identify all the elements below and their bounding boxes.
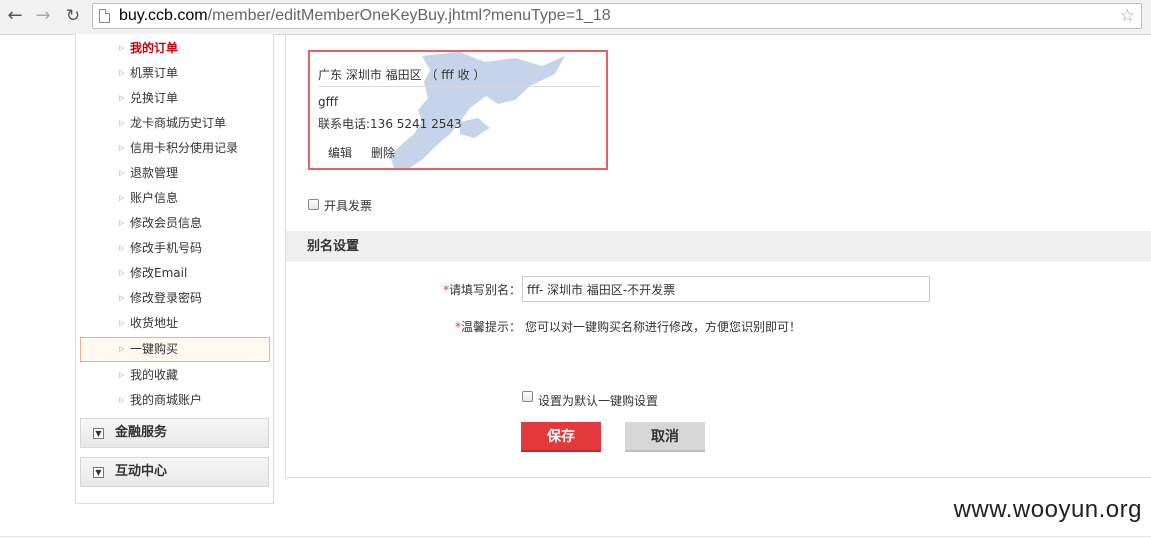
sidebar-item-edit-password[interactable]: ▷ 修改登录密码 xyxy=(80,286,270,311)
sidebar-item-label: 我的收藏 xyxy=(130,368,179,382)
sidebar-item-edit-email[interactable]: ▷ 修改Email xyxy=(80,261,270,286)
hint-text: 您可以对一键购买名称进行修改，方便您识别即可！ xyxy=(525,320,802,334)
sidebar-item-exchange-orders[interactable]: ▷ 兑换订单 xyxy=(80,86,270,111)
sidebar-item-edit-member-info[interactable]: ▷ 修改会员信息 xyxy=(80,211,270,236)
sidebar-item-label: 一键购买 xyxy=(130,342,179,356)
bookmark-star-icon[interactable]: ☆ xyxy=(1120,6,1135,26)
url-path: /member/editMemberOneKeyBuy.jhtml?menuTy… xyxy=(207,7,611,24)
default-setting-label: 设置为默认一键购设置 xyxy=(538,394,659,408)
hint-label: *温馨提示： xyxy=(455,318,521,335)
triangle-right-icon: ▷ xyxy=(119,119,125,127)
sidebar-item-one-key-buy[interactable]: ▷ 一键购买 xyxy=(80,337,270,362)
sidebar-item-shipping-address[interactable]: ▷ 收货地址 xyxy=(80,311,270,336)
member-sidebar: ▷ 我的订单 ▷ 机票订单 ▷ 兑换订单 ▷ 龙卡商城历史订单 ▷ 信用卡积分使用记录 ▷… xyxy=(75,34,274,504)
sidebar-item-label: 我的订单 xyxy=(130,41,179,55)
main-content: 广东 深圳市 福田区 （ fff 收 ） gfff 联系电话:136 5241 … xyxy=(285,34,1151,478)
sidebar-item-label: 修改手机号码 xyxy=(130,241,203,255)
sidebar-item-mall-account[interactable]: ▷ 我的商城账户 xyxy=(80,388,270,413)
triangle-right-icon: ▷ xyxy=(119,194,125,202)
section-label: 互动中心 xyxy=(115,464,168,479)
triangle-right-icon: ▷ xyxy=(119,345,125,353)
triangle-right-icon: ▷ xyxy=(119,44,125,52)
triangle-right-icon: ▷ xyxy=(119,396,125,404)
triangle-right-icon: ▷ xyxy=(119,294,125,302)
invoice-checkbox[interactable] xyxy=(308,199,319,210)
url-host: buy.ccb.com xyxy=(119,7,208,24)
address-bar[interactable]: buy.ccb.com/member/editMemberOneKeyBuy.j… xyxy=(92,3,1142,29)
cancel-button[interactable]: 取消 xyxy=(625,422,705,452)
sidebar-item-label: 龙卡商城历史订单 xyxy=(130,116,227,130)
alias-input[interactable] xyxy=(522,276,930,302)
sidebar-item-label: 兑换订单 xyxy=(130,91,179,105)
sidebar-section-finance[interactable]: ▼ 金融服务 xyxy=(80,418,269,448)
sidebar-item-refunds[interactable]: ▷ 退款管理 xyxy=(80,161,270,186)
recipient-name: gfff xyxy=(318,95,339,109)
sidebar-item-points-records[interactable]: ▷ 信用卡积分使用记录 xyxy=(80,136,270,161)
sidebar-item-edit-phone[interactable]: ▷ 修改手机号码 xyxy=(80,236,270,261)
sidebar-item-label: 我的商城账户 xyxy=(130,393,203,407)
triangle-right-icon: ▷ xyxy=(119,169,125,177)
url-text[interactable]: buy.ccb.com/member/editMemberOneKeyBuy.j… xyxy=(119,6,611,26)
triangle-right-icon: ▷ xyxy=(119,269,125,277)
hint-label-text: 温馨提示： xyxy=(461,320,522,334)
triangle-right-icon: ▷ xyxy=(119,371,125,379)
watermark: www.wooyun.org xyxy=(953,496,1142,523)
sidebar-item-label: 账户信息 xyxy=(130,191,179,205)
sidebar-item-label: 修改Email xyxy=(130,266,188,280)
sidebar-section-interaction[interactable]: ▼ 互动中心 xyxy=(80,457,269,487)
triangle-right-icon: ▷ xyxy=(119,94,125,102)
browser-toolbar: ← → ↻ buy.ccb.com/member/editMemberOneKe… xyxy=(0,0,1151,35)
triangle-right-icon: ▷ xyxy=(119,219,125,227)
sidebar-item-label: 修改登录密码 xyxy=(130,291,203,305)
expand-icon: ▼ xyxy=(93,467,104,478)
invoice-checkbox-label: 开具发票 xyxy=(324,199,373,213)
sidebar-item-label: 退款管理 xyxy=(130,166,179,180)
section-title: 别名设置 xyxy=(307,239,360,254)
address-card[interactable]: 广东 深圳市 福田区 （ fff 收 ） gfff 联系电话:136 5241 … xyxy=(308,50,608,170)
alias-field-label: *请填写别名： xyxy=(443,281,521,298)
page-icon xyxy=(99,9,110,23)
section-label: 金融服务 xyxy=(115,425,168,440)
sidebar-item-account-info[interactable]: ▷ 账户信息 xyxy=(80,186,270,211)
sidebar-item-label: 修改会员信息 xyxy=(130,216,203,230)
triangle-right-icon: ▷ xyxy=(119,69,125,77)
delete-address-link[interactable]: 删除 xyxy=(371,144,395,161)
sidebar-item-my-orders[interactable]: ▷ 我的订单 xyxy=(80,36,270,61)
sidebar-item-favorites[interactable]: ▷ 我的收藏 xyxy=(80,363,270,388)
sidebar-item-flight-orders[interactable]: ▷ 机票订单 xyxy=(80,61,270,86)
default-setting-checkbox[interactable] xyxy=(522,391,533,402)
triangle-right-icon: ▷ xyxy=(119,244,125,252)
reload-icon[interactable]: ↻ xyxy=(62,5,84,27)
triangle-right-icon: ▷ xyxy=(119,319,125,327)
alias-label-text: 请填写别名： xyxy=(449,283,522,297)
back-icon[interactable]: ← xyxy=(4,5,26,27)
expand-icon: ▼ xyxy=(93,428,104,439)
edit-address-link[interactable]: 编辑 xyxy=(328,144,352,161)
sidebar-item-label: 机票订单 xyxy=(130,66,179,80)
save-button[interactable]: 保存 xyxy=(521,422,601,452)
sidebar-item-label: 收货地址 xyxy=(130,316,179,330)
bottom-divider xyxy=(0,536,1151,537)
address-title: 广东 深圳市 福田区 （ fff 收 ） xyxy=(318,66,600,87)
forward-icon[interactable]: → xyxy=(32,5,54,27)
recipient-phone: 联系电话:136 5241 2543 xyxy=(318,117,462,131)
sidebar-item-history-orders[interactable]: ▷ 龙卡商城历史订单 xyxy=(80,111,270,136)
sidebar-item-label: 信用卡积分使用记录 xyxy=(130,141,239,155)
triangle-right-icon: ▷ xyxy=(119,144,125,152)
alias-section-header: 别名设置 xyxy=(286,231,1151,262)
